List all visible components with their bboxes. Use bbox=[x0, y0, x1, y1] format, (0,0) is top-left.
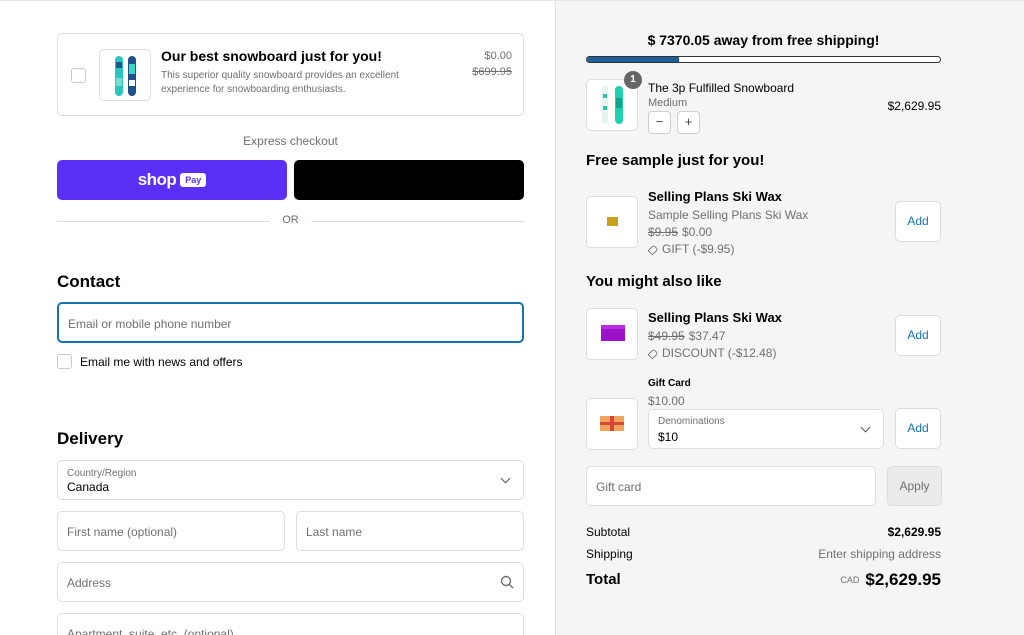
first-name-field[interactable]: First name (optional) bbox=[57, 511, 285, 551]
tag-icon bbox=[647, 244, 659, 256]
contact-heading: Contact bbox=[57, 272, 121, 291]
gift-card-price: $10.00 bbox=[648, 394, 685, 408]
last-name-field[interactable]: Last name bbox=[296, 511, 524, 551]
wax-price: $37.47 bbox=[688, 329, 726, 343]
denominations-label: Denominations bbox=[658, 416, 725, 427]
search-icon bbox=[500, 575, 514, 589]
quantity-increase-button[interactable]: + bbox=[677, 111, 700, 134]
upsell-card: Our best snowboard just for you! This su… bbox=[57, 33, 524, 116]
free-sample-subtitle: Sample Selling Plans Ski Wax bbox=[648, 208, 809, 222]
ski-wax-icon bbox=[601, 325, 625, 341]
express-pay-button[interactable] bbox=[294, 160, 524, 200]
upsell-price: $0.00 bbox=[484, 50, 512, 62]
apartment-placeholder: Apartment, suite, etc. (optional) bbox=[67, 627, 234, 635]
denominations-value: $10 bbox=[658, 430, 679, 444]
free-shipping-message: $ 7370.05 away from free shipping! bbox=[647, 32, 880, 48]
email-placeholder: Email or mobile phone number bbox=[68, 317, 232, 331]
free-sample-compare-price: $9.95 bbox=[648, 225, 679, 239]
order-summary: $ 7370.05 away from free shipping! 1 The… bbox=[555, 0, 1024, 635]
total-value: $2,629.95 bbox=[865, 570, 941, 589]
wax-discount-tag: DISCOUNT (-$12.48) bbox=[662, 346, 777, 360]
chevron-down-icon bbox=[860, 422, 871, 433]
ski-wax-icon bbox=[607, 217, 618, 226]
newsletter-checkbox[interactable] bbox=[57, 354, 72, 369]
gift-card-add-button[interactable]: Add bbox=[895, 408, 941, 449]
free-sample-price-row: $9.95 $0.00 bbox=[648, 225, 712, 239]
or-divider: OR bbox=[57, 214, 524, 228]
delivery-heading: Delivery bbox=[57, 429, 124, 448]
country-label: Country/Region bbox=[67, 468, 137, 479]
gift-card-icon bbox=[600, 416, 624, 431]
upsell-checkbox[interactable] bbox=[71, 68, 86, 83]
total-label: Total bbox=[586, 571, 621, 588]
country-value: Canada bbox=[67, 480, 110, 494]
denominations-select[interactable]: Denominations $10 bbox=[648, 409, 884, 449]
gift-card-input[interactable]: Gift card bbox=[586, 466, 876, 506]
progress-fill bbox=[587, 57, 679, 62]
upsell-compare-price: $699.95 bbox=[472, 66, 512, 78]
gift-card-placeholder: Gift card bbox=[596, 480, 642, 494]
subtotal-label: Subtotal bbox=[586, 525, 631, 539]
newsletter-label: Email me with news and offers bbox=[80, 355, 243, 369]
wax-price-row: $49.95 $37.47 bbox=[648, 329, 725, 343]
address-placeholder: Address bbox=[67, 576, 112, 590]
free-sample-add-button[interactable]: Add bbox=[895, 201, 941, 242]
address-field[interactable]: Address bbox=[57, 562, 524, 602]
quantity-decrease-button[interactable]: − bbox=[648, 111, 671, 134]
shipping-label: Shipping bbox=[586, 547, 633, 561]
checkout-main: Our best snowboard just for you! This su… bbox=[0, 0, 555, 635]
cart-item-name: The 3p Fulfilled Snowboard bbox=[648, 81, 795, 95]
free-sample-name: Selling Plans Ski Wax bbox=[648, 189, 782, 204]
tag-icon bbox=[647, 348, 659, 360]
upsell-product-image bbox=[99, 49, 151, 101]
shop-logo: shop bbox=[137, 170, 177, 189]
cart-item-price: $2,629.95 bbox=[887, 99, 941, 113]
free-shipping-progress bbox=[586, 56, 941, 63]
free-sample-price: $0.00 bbox=[682, 225, 713, 239]
email-field[interactable]: Email or mobile phone number bbox=[57, 302, 524, 343]
free-sample-tag-row: GIFT (-$9.95) bbox=[647, 242, 735, 256]
currency-code: CAD bbox=[840, 575, 860, 585]
shop-pay-badge: Pay bbox=[180, 173, 207, 187]
wax-add-button[interactable]: Add bbox=[895, 315, 941, 356]
subtotal-value: $2,629.95 bbox=[887, 525, 941, 539]
apply-button[interactable]: Apply bbox=[887, 466, 942, 506]
wax-product-name: Selling Plans Ski Wax bbox=[648, 310, 782, 325]
cart-item-variant: Medium bbox=[648, 97, 688, 109]
free-sample-tag: GIFT (-$9.95) bbox=[662, 242, 735, 256]
gift-card-name: Gift Card bbox=[648, 378, 691, 389]
country-select[interactable]: Country/Region Canada bbox=[57, 460, 524, 500]
or-text: OR bbox=[282, 214, 299, 226]
express-checkout-label: Express checkout bbox=[243, 134, 338, 148]
also-like-heading: You might also like bbox=[586, 273, 722, 290]
shop-pay-button[interactable]: shop Pay bbox=[57, 160, 287, 200]
apartment-field[interactable]: Apartment, suite, etc. (optional) bbox=[57, 613, 524, 635]
free-sample-heading: Free sample just for you! bbox=[586, 152, 765, 169]
quantity-badge: 1 bbox=[624, 71, 642, 89]
chevron-down-icon bbox=[500, 473, 511, 484]
last-name-placeholder: Last name bbox=[306, 525, 363, 539]
first-name-placeholder: First name (optional) bbox=[67, 525, 178, 539]
wax-product-image bbox=[586, 308, 638, 360]
upsell-price-block: $0.00 $699.95 bbox=[472, 48, 512, 80]
gift-card-image bbox=[586, 398, 638, 450]
upsell-title: Our best snowboard just for you! bbox=[161, 48, 382, 64]
free-sample-image bbox=[586, 196, 638, 248]
wax-tag-row: DISCOUNT (-$12.48) bbox=[647, 346, 777, 360]
snowboard-icon bbox=[115, 56, 136, 96]
shipping-value: Enter shipping address bbox=[818, 547, 941, 561]
wax-compare-price: $49.95 bbox=[648, 329, 685, 343]
upsell-description: This superior quality snowboard provides… bbox=[161, 70, 399, 95]
divider-line-right bbox=[311, 221, 524, 222]
total-value-row: CAD $2,629.95 bbox=[840, 570, 941, 590]
